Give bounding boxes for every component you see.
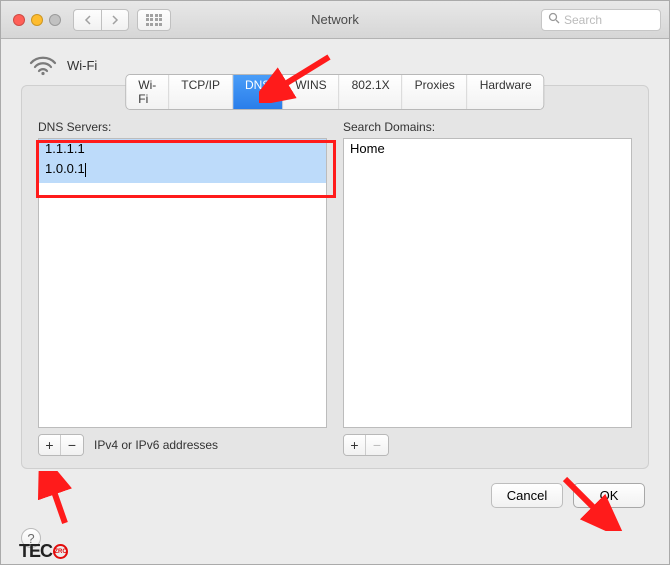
connection-name: Wi-Fi bbox=[67, 58, 97, 73]
watermark-circle: ZRC bbox=[53, 544, 68, 559]
lists-row: 1.1.1.11.0.0.1 + − IPv4 or IPv6 addresse… bbox=[38, 138, 632, 456]
tab-proxies[interactable]: Proxies bbox=[403, 75, 468, 109]
search-domains-column: Home + − bbox=[343, 138, 632, 456]
tab-wins[interactable]: WINS bbox=[283, 75, 339, 109]
tab-hardware[interactable]: Hardware bbox=[468, 75, 544, 109]
dns-server-row[interactable]: 1.1.1.1 bbox=[39, 139, 326, 159]
search-domains-label: Search Domains: bbox=[343, 120, 632, 134]
nav-buttons bbox=[73, 9, 129, 31]
dns-add-remove: + − bbox=[38, 434, 84, 456]
tab-tcpip[interactable]: TCP/IP bbox=[169, 75, 233, 109]
minimize-window-button[interactable] bbox=[31, 14, 43, 26]
domain-add-remove: + − bbox=[343, 434, 389, 456]
window-title: Network bbox=[311, 12, 359, 27]
search-domains-list[interactable]: Home bbox=[343, 138, 632, 428]
dns-list-footer: + − IPv4 or IPv6 addresses bbox=[38, 434, 327, 456]
search-input[interactable]: Search bbox=[541, 9, 661, 31]
search-domain-row[interactable]: Home bbox=[344, 139, 631, 159]
close-window-button[interactable] bbox=[13, 14, 25, 26]
dns-server-row[interactable]: 1.0.0.1 bbox=[39, 159, 326, 179]
ok-button[interactable]: OK bbox=[573, 483, 645, 508]
search-placeholder: Search bbox=[564, 13, 602, 27]
dns-servers-list[interactable]: 1.1.1.11.0.0.1 bbox=[38, 138, 327, 428]
wifi-icon bbox=[29, 51, 57, 79]
zoom-window-button bbox=[49, 14, 61, 26]
dialog-buttons: Cancel OK bbox=[21, 483, 645, 508]
domain-list-footer: + − bbox=[343, 434, 632, 456]
dns-servers-column: 1.1.1.11.0.0.1 + − IPv4 or IPv6 addresse… bbox=[38, 138, 327, 456]
tab-dns[interactable]: DNS bbox=[233, 75, 283, 109]
dns-footnote: IPv4 or IPv6 addresses bbox=[94, 438, 218, 452]
tab-8021x[interactable]: 802.1X bbox=[340, 75, 403, 109]
remove-dns-button[interactable]: − bbox=[61, 435, 83, 455]
tab-bar: Wi-FiTCP/IPDNSWINS802.1XProxiesHardware bbox=[125, 74, 544, 110]
tab-wifi[interactable]: Wi-Fi bbox=[126, 75, 169, 109]
settings-panel: Wi-FiTCP/IPDNSWINS802.1XProxiesHardware … bbox=[21, 85, 649, 469]
forward-button[interactable] bbox=[101, 9, 129, 31]
dns-server-row-empty[interactable] bbox=[39, 179, 326, 183]
column-labels: DNS Servers: Search Domains: bbox=[38, 120, 632, 134]
add-dns-button[interactable]: + bbox=[39, 435, 61, 455]
dns-servers-label: DNS Servers: bbox=[38, 120, 327, 134]
content-area: Wi-Fi Wi-FiTCP/IPDNSWINS802.1XProxiesHar… bbox=[1, 39, 669, 518]
window-controls bbox=[13, 14, 61, 26]
search-icon bbox=[548, 12, 560, 27]
watermark-text1: TEC bbox=[19, 541, 52, 562]
add-domain-button[interactable]: + bbox=[344, 435, 366, 455]
grid-icon bbox=[146, 14, 163, 26]
cancel-button[interactable]: Cancel bbox=[491, 483, 563, 508]
titlebar: Network Search bbox=[1, 1, 669, 39]
back-button[interactable] bbox=[73, 9, 101, 31]
show-all-button[interactable] bbox=[137, 9, 171, 31]
remove-domain-button[interactable]: − bbox=[366, 435, 388, 455]
watermark-logo: TECZRC bbox=[19, 541, 69, 562]
